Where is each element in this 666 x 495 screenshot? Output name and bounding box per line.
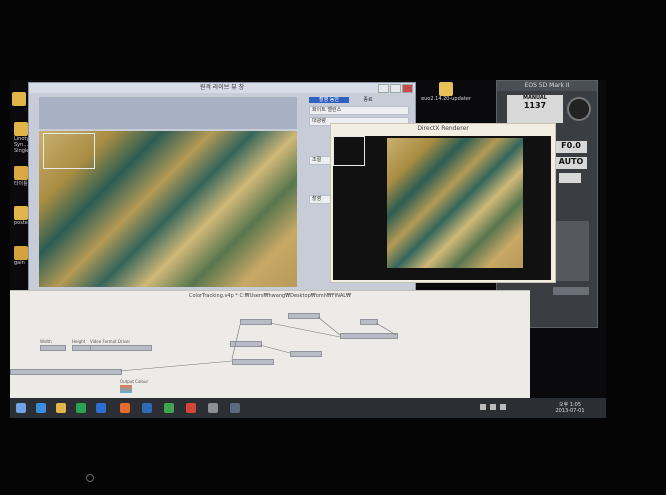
close-button[interactable] xyxy=(402,84,413,93)
tracking-region-box[interactable] xyxy=(43,133,95,169)
patch-links xyxy=(119,316,397,372)
dial-icon[interactable] xyxy=(567,97,591,121)
photoshop-icon[interactable] xyxy=(142,403,152,413)
folder-icon xyxy=(14,166,28,180)
minimize-button[interactable] xyxy=(378,84,389,93)
folder-icon xyxy=(12,92,26,106)
window-titlebar[interactable]: 원격 라이브 뷰 창 xyxy=(29,83,415,93)
camera-icon[interactable] xyxy=(559,173,581,183)
vvvv-icon[interactable] xyxy=(96,403,106,413)
desktop-icon-label: poste xyxy=(14,220,28,226)
clock-time: 오후 1:05 xyxy=(558,402,582,408)
render-canvas xyxy=(333,136,551,280)
rendered-image xyxy=(387,138,523,268)
iso-value: AUTO xyxy=(555,157,587,169)
clock[interactable]: 오후 1:05 2013-07-01 xyxy=(550,401,590,414)
eos-titlebar[interactable]: EOS 5D Mark II xyxy=(497,81,597,91)
window-title: DirectX Renderer xyxy=(417,125,469,132)
desktop-icon-label: 타이틀 xyxy=(14,181,28,187)
live-view-image xyxy=(39,131,297,287)
desktop-icon-gain[interactable]: gain xyxy=(14,246,28,266)
settings-list[interactable] xyxy=(553,221,589,281)
maximize-button[interactable] xyxy=(390,84,401,93)
shooting-mode-display: MANUAL 1137 xyxy=(507,95,563,123)
aperture-value: F0.0 xyxy=(555,141,587,153)
monitor-screen: Linotype Syn... Single... 타이틀 poste gain… xyxy=(10,80,606,418)
folder-icon xyxy=(14,246,28,260)
bottom-button[interactable] xyxy=(553,287,589,295)
desktop-icon-label: euo2.14.20-updater xyxy=(421,96,471,102)
network-icon[interactable] xyxy=(490,404,496,410)
volume-icon[interactable] xyxy=(500,404,506,410)
window-title: 원격 라이브 뷰 창 xyxy=(199,84,245,91)
capture-button[interactable]: 촬영 동안 xyxy=(309,97,349,103)
directx-renderer-window[interactable]: DirectX Renderer xyxy=(330,123,556,283)
folder-icon xyxy=(14,122,28,136)
window-controls xyxy=(378,84,413,93)
tracking-region-box xyxy=(333,136,365,166)
firefox-icon[interactable] xyxy=(120,403,130,413)
desktop-icon-1[interactable] xyxy=(12,92,26,106)
white-balance-label: 화이트 밸런스 xyxy=(309,106,409,115)
desktop-icon-title[interactable]: 타이틀 xyxy=(14,166,28,187)
shutter-value: 1137 xyxy=(523,101,547,110)
folder-icon xyxy=(14,206,28,220)
toolbar-area xyxy=(39,97,297,129)
eos-title: EOS 5D Mark II xyxy=(524,82,570,89)
app-icon[interactable] xyxy=(186,403,196,413)
file-icon xyxy=(439,82,453,96)
start-icon[interactable] xyxy=(16,403,26,413)
store-icon[interactable] xyxy=(76,403,86,413)
exit-button[interactable]: 종료 xyxy=(353,97,383,103)
desktop-icon-updater[interactable]: euo2.14.20-updater xyxy=(418,82,474,102)
tray-icon[interactable] xyxy=(480,404,486,410)
chrome-icon[interactable] xyxy=(164,403,174,413)
camera-icon[interactable] xyxy=(230,403,240,413)
power-button-icon xyxy=(86,474,94,482)
window-icon[interactable] xyxy=(208,403,218,413)
windows-taskbar: 오후 1:05 2013-07-01 xyxy=(10,398,606,418)
desktop-icon-poste[interactable]: poste xyxy=(14,206,28,226)
desktop-icon-label: gain xyxy=(14,260,25,266)
explorer-icon[interactable] xyxy=(56,403,66,413)
ie-icon[interactable] xyxy=(36,403,46,413)
clock-date: 2013-07-01 xyxy=(555,408,585,414)
vvvv-patch-window[interactable]: ColorTracking.v4p * C:₩Users₩hwang₩Deskt… xyxy=(10,290,530,401)
system-tray xyxy=(480,404,536,412)
